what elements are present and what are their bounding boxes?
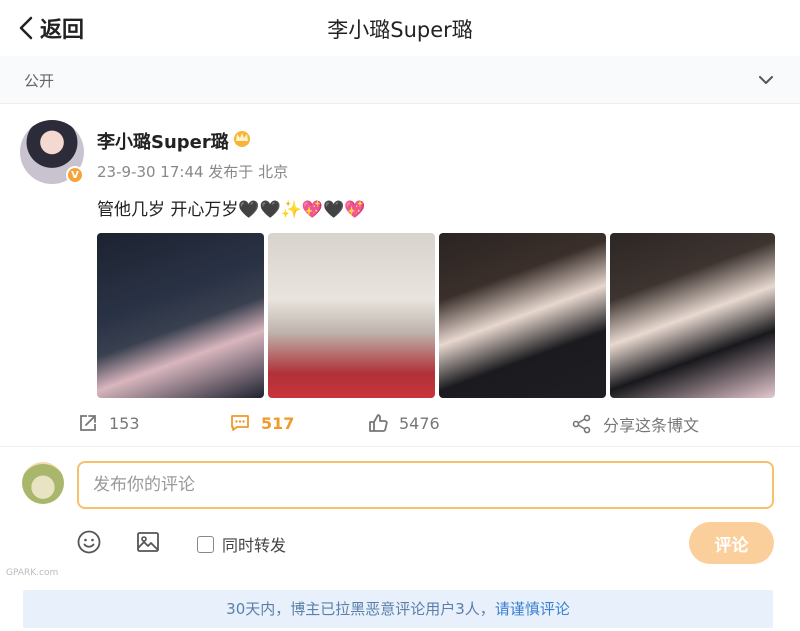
repost-count: 153 (109, 413, 140, 433)
watermark: GPARK.com (6, 568, 59, 578)
image-icon[interactable] (135, 529, 161, 555)
post-image-2[interactable] (268, 233, 435, 398)
notice-text: 30天内，博主已拉黑恶意评论用户3人， (226, 600, 495, 618)
post-text: 管他几岁 开心万岁🖤🖤✨💖🖤💖 (97, 200, 366, 220)
chevron-down-icon (759, 76, 773, 84)
repost-checkbox-label: 同时转发 (222, 536, 287, 555)
post-meta: 23-9-30 17:44 发布于 北京 (97, 163, 289, 181)
crown-icon (234, 131, 250, 147)
visibility-label: 公开 (24, 72, 55, 90)
divider (0, 446, 800, 447)
submit-comment-button[interactable]: 评论 (689, 522, 774, 564)
comment-input[interactable] (77, 461, 774, 509)
post-image-3[interactable] (439, 233, 606, 398)
author-name[interactable]: 李小璐Super璐 (97, 128, 229, 154)
repost-icon (80, 415, 96, 431)
page-title: 李小璐Super璐 (327, 18, 473, 42)
checkbox-icon (197, 535, 214, 553)
thumbs-up-icon (369, 414, 388, 432)
comment-count: 517 (261, 413, 295, 433)
verified-badge: V (66, 166, 84, 184)
current-user-avatar[interactable] (22, 462, 64, 504)
share-button[interactable]: 分享这条博文 (571, 412, 699, 436)
notice-link[interactable]: 请谨慎评论 (495, 600, 570, 618)
visibility-selector[interactable]: 公开 (0, 56, 800, 104)
repost-checkbox[interactable]: 同时转发 (197, 532, 286, 556)
post-image-1[interactable] (97, 233, 264, 398)
top-bar: 返回 李小璐Super璐 (0, 0, 800, 56)
share-label: 分享这条博文 (603, 416, 700, 435)
like-button[interactable]: 5476 (367, 412, 440, 434)
share-icon (572, 414, 591, 434)
notice-banner: 30天内，博主已拉黑恶意评论用户3人，请谨慎评论 (23, 590, 773, 628)
action-bar: 153 517 5476 分享这条博文 (0, 412, 800, 436)
comment-button[interactable]: 517 (229, 412, 294, 434)
emoji-icon[interactable] (76, 529, 102, 555)
repost-button[interactable]: 153 (77, 412, 140, 434)
like-count: 5476 (399, 413, 440, 433)
post-image-4[interactable] (610, 233, 775, 398)
comment-icon (231, 415, 249, 431)
